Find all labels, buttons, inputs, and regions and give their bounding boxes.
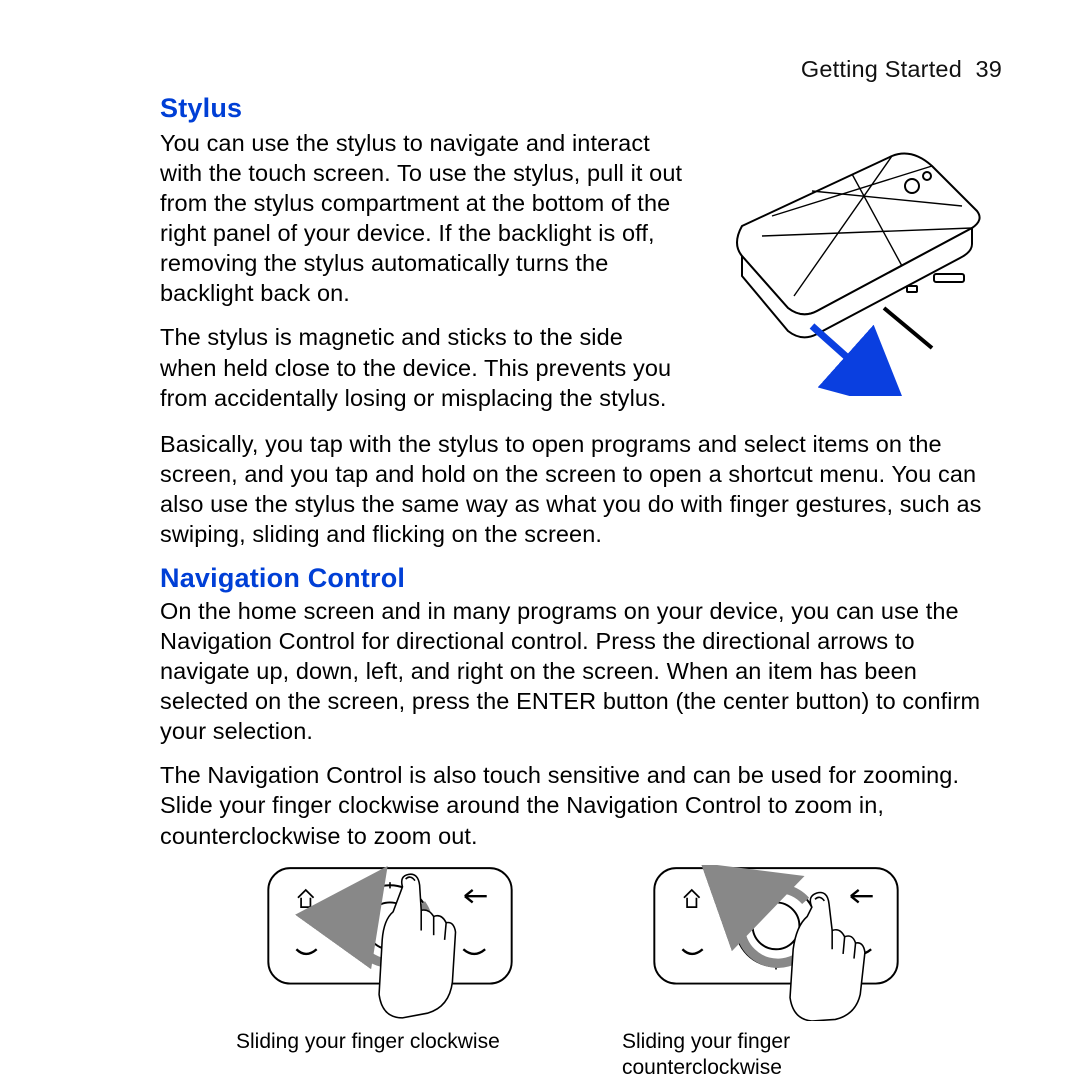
stylus-row: You can use the stylus to navigate and i…	[160, 126, 1002, 427]
stylus-text: You can use the stylus to navigate and i…	[160, 126, 684, 427]
nav-p1: On the home screen and in many programs …	[160, 596, 1002, 746]
nav-figures: Sliding your finger clockwise	[230, 865, 1002, 1081]
header-section: Getting Started	[801, 56, 962, 82]
stylus-p1: You can use the stylus to navigate and i…	[160, 128, 684, 308]
stylus-p3: Basically, you tap with the stylus to op…	[160, 429, 1002, 549]
nav-caption-clockwise: Sliding your finger clockwise	[236, 1029, 590, 1055]
stylus-p2: The stylus is magnetic and sticks to the…	[160, 322, 684, 412]
nav-caption-counterclockwise: Sliding your finger counterclockwise	[622, 1029, 842, 1081]
header-page-number: 39	[975, 56, 1002, 82]
nav-p2: The Navigation Control is also touch sen…	[160, 760, 1002, 850]
nav-figure-clockwise: Sliding your finger clockwise	[230, 865, 590, 1081]
page-header: Getting Started 39	[160, 56, 1002, 83]
manual-page: Getting Started 39 Stylus You can use th…	[0, 0, 1080, 1080]
device-stylus-illustration	[702, 136, 1002, 396]
section-title-stylus: Stylus	[160, 93, 1002, 124]
nav-figure-counterclockwise: Sliding your finger counterclockwise	[616, 865, 976, 1081]
section-title-navcontrol: Navigation Control	[160, 563, 1002, 594]
